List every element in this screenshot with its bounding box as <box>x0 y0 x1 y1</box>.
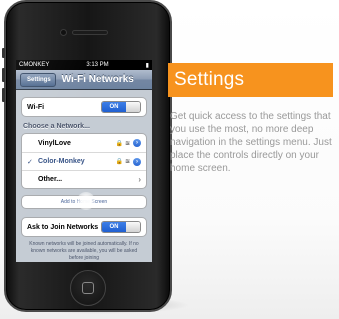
status-bar: CMONKEY 3:13 PM ▮ <box>16 60 152 70</box>
known-networks-footnote: Known networks will be joined automatica… <box>29 241 139 261</box>
network-name: Color-Monkey <box>38 158 85 165</box>
network-name: VinylLove <box>38 139 71 147</box>
lock-icon: 🔒 <box>115 159 123 165</box>
network-row-vinyllove[interactable]: VinylLove 🔒 ≋ › <box>22 134 146 152</box>
chevron-right-icon: › <box>138 175 141 184</box>
volume-up-button <box>2 68 5 82</box>
network-name: Other... <box>38 176 63 183</box>
lock-icon: 🔒 <box>115 140 123 147</box>
ask-to-join-toggle[interactable]: ON <box>101 221 141 233</box>
ask-to-join-row: Ask to Join Networks ON <box>22 218 146 236</box>
wifi-signal-icon: ≋ <box>124 140 130 147</box>
wifi-group: Wi-Fi ON <box>21 97 147 117</box>
touch-indicator <box>77 192 95 210</box>
battery-icon: ▮ <box>145 62 149 69</box>
network-row-color-monkey[interactable]: ✓ Color-Monkey 🔒 ≋ › <box>22 152 146 170</box>
wifi-toggle-knob <box>126 102 140 112</box>
status-time: 3:13 PM <box>86 62 109 68</box>
volume-down-button <box>2 88 5 102</box>
earpiece-speaker <box>72 30 108 35</box>
feature-description: Get quick access to the settings that yo… <box>170 111 332 174</box>
ask-to-join-label: Ask to Join Networks <box>27 223 99 231</box>
network-row-other[interactable]: Other... › <box>22 170 146 188</box>
phone-screen: CMONKEY 3:13 PM ▮ Settings Wi-Fi Network… <box>16 60 152 262</box>
wifi-row: Wi-Fi ON <box>22 98 146 116</box>
ask-toggle-on-label: ON <box>102 222 126 232</box>
front-camera <box>60 29 67 36</box>
choose-network-header: Choose a Network... <box>23 123 90 130</box>
ask-toggle-knob <box>126 222 140 232</box>
banner-title: Settings <box>174 69 245 90</box>
ringer-switch <box>2 48 5 58</box>
wifi-toggle-on-label: ON <box>102 102 126 112</box>
home-button[interactable] <box>70 270 106 306</box>
nav-title: Wi-Fi Networks <box>61 74 134 85</box>
detail-disclosure-icon[interactable]: › <box>133 157 141 166</box>
settings-banner: Settings <box>168 63 333 97</box>
settings-back-button[interactable]: Settings <box>20 72 56 87</box>
wifi-label: Wi-Fi <box>27 103 45 111</box>
carrier-label: CMONKEY <box>19 62 50 68</box>
wifi-toggle[interactable]: ON <box>101 101 141 113</box>
home-square-icon <box>82 282 94 294</box>
add-to-home-screen-button[interactable]: Add to Home Screen <box>21 192 147 210</box>
wifi-signal-icon: ≋ <box>124 159 130 165</box>
checkmark-icon: ✓ <box>27 158 33 166</box>
network-list: VinylLove 🔒 ≋ › ✓ Color-Monkey 🔒 ≋ › Oth… <box>21 133 147 189</box>
navigation-bar: Settings Wi-Fi Networks <box>16 70 152 90</box>
detail-disclosure-icon[interactable]: › <box>133 139 141 147</box>
ask-to-join-group: Ask to Join Networks ON <box>21 217 147 237</box>
